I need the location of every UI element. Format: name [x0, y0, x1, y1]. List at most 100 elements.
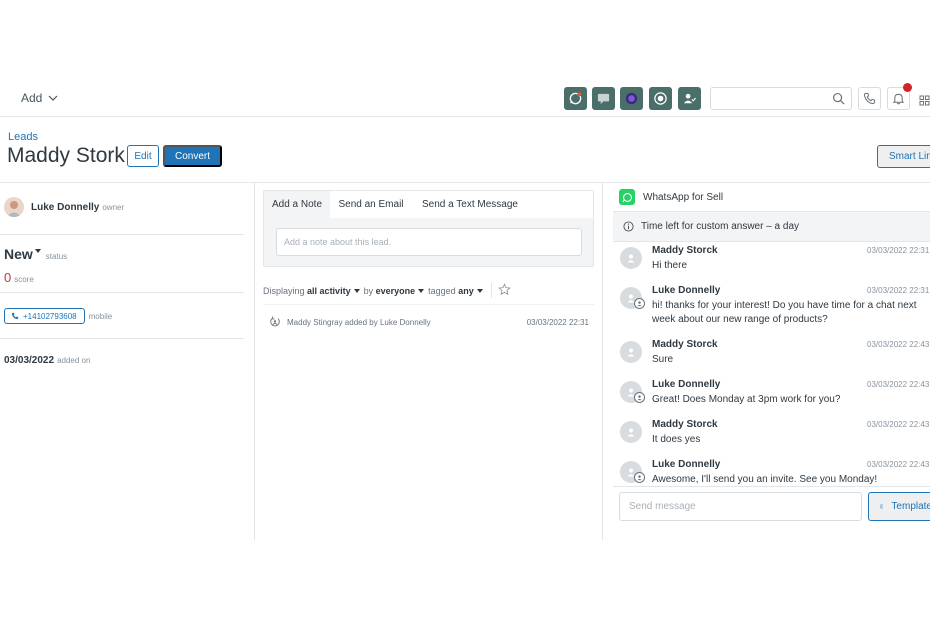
message-author: Maddy Storck [652, 339, 718, 350]
send-message-input[interactable]: Send message [619, 492, 862, 521]
avatar [4, 197, 24, 217]
details-divider [0, 234, 244, 235]
activity-time: 03/03/2022 22:31 [526, 317, 589, 327]
breadcrumb-leads[interactable]: Leads [8, 131, 38, 143]
message-time: 03/03/2022 22:43 [867, 380, 930, 389]
phone-chip[interactable]: +14102793608 [4, 308, 85, 324]
message-time: 03/03/2022 22:43 [867, 460, 930, 469]
target-icon[interactable] [649, 87, 672, 110]
note-composer: Add a Note Send an Email Send a Text Mes… [263, 190, 594, 267]
avatar [620, 247, 642, 269]
details-divider [0, 338, 244, 339]
message-text: It does yes [652, 434, 701, 445]
filter-by-label: by [363, 285, 374, 296]
filter-tag-dropdown[interactable]: any [458, 286, 474, 296]
message-item: Luke Donnelly 03/03/2022 22:43 Great! Do… [620, 379, 930, 415]
message-author: Luke Donnelly [652, 379, 721, 390]
smart-links-button[interactable]: Smart Links [877, 145, 930, 168]
owner-name-text: Luke Donnelly [31, 201, 100, 213]
whatsapp-panel-header: WhatsApp for Sell [613, 183, 930, 211]
owner-label: owner [102, 202, 125, 212]
notifications-button[interactable] [887, 83, 912, 110]
caret-down-icon [418, 288, 425, 293]
filter-tagged-label: tagged [428, 285, 456, 296]
message-text: hi! thanks for your interest! Do you hav… [652, 300, 917, 325]
app-icon[interactable] [620, 87, 643, 110]
whatsapp-icon[interactable] [564, 87, 587, 110]
activity-text: Maddy Stingray added by Luke Donnelly [287, 317, 431, 327]
message-time: 03/03/2022 22:31 [867, 246, 930, 255]
bell-icon [892, 93, 905, 105]
status-row[interactable]: New status [4, 246, 67, 262]
agent-badge-icon [634, 472, 645, 483]
chevron-down-icon [48, 95, 58, 101]
phone-icon [863, 92, 876, 105]
user-icon [627, 428, 635, 437]
message-author: Luke Donnelly [652, 285, 721, 296]
message-text: Hi there [652, 260, 688, 271]
search-icon [832, 92, 845, 105]
left-column-divider [254, 183, 255, 540]
chat-icon[interactable] [592, 87, 615, 110]
notification-dot [903, 83, 912, 92]
tab-add-note[interactable]: Add a Note [264, 191, 330, 218]
added-label: added on [57, 356, 91, 365]
note-input[interactable]: Add a note about this lead. [276, 228, 582, 256]
info-icon [623, 221, 634, 232]
apps-grid-icon[interactable] [919, 93, 930, 111]
filter-owner-dropdown[interactable]: everyone [376, 286, 416, 296]
activity-filter: Displaying all activity by everyone tagg… [263, 283, 511, 298]
message-item: Maddy Storck 03/03/2022 22:43 It does ye… [620, 419, 930, 455]
user-icon [627, 254, 635, 263]
added-on-row: 03/03/2022 added on [4, 355, 90, 366]
convert-button[interactable]: Convert [163, 145, 222, 167]
message-item: Maddy Storck 03/03/2022 22:43 Sure [620, 339, 930, 375]
message-item: Luke Donnelly 03/03/2022 22:31 hi! thank… [620, 285, 930, 333]
search-input[interactable] [710, 87, 852, 110]
user-check-icon[interactable] [678, 87, 701, 110]
add-menu[interactable]: Add [21, 91, 58, 105]
details-divider [0, 292, 244, 293]
templates-button[interactable]: Templates [868, 492, 930, 521]
filter-prefix: Displaying [263, 285, 305, 296]
filter-activity-dropdown[interactable]: all activity [307, 286, 351, 296]
agent-badge-icon [634, 298, 645, 309]
tab-send-email[interactable]: Send an Email [332, 191, 410, 218]
caret-down-icon [34, 249, 41, 253]
message-time: 03/03/2022 22:43 [867, 420, 930, 429]
user-icon [627, 348, 635, 357]
phone-row: +14102793608 mobile [4, 308, 112, 324]
caret-down-icon [476, 288, 483, 293]
phone-button[interactable] [858, 87, 881, 110]
score-row: 0 score [4, 270, 34, 285]
add-label: Add [21, 91, 43, 105]
edit-button[interactable]: Edit [127, 145, 159, 167]
status-label: status [45, 252, 68, 261]
activity-item: Maddy Stingray added by Luke Donnelly 03… [269, 316, 589, 328]
message-text: Sure [652, 354, 674, 365]
caret-down-icon [353, 288, 360, 293]
phone-icon [11, 312, 19, 320]
star-icon[interactable] [497, 283, 511, 298]
right-column-divider [602, 183, 603, 540]
tab-send-text-message[interactable]: Send a Text Message [414, 191, 526, 218]
whatsapp-panel-title: WhatsApp for Sell [643, 191, 724, 203]
avatar [620, 421, 642, 443]
filter-divider-line [263, 304, 594, 305]
message-text: Great! Does Monday at 3pm work for you? [652, 394, 841, 405]
composer-divider [613, 486, 930, 487]
score-label: score [14, 275, 34, 284]
message-author: Luke Donnelly [652, 459, 721, 470]
whatsapp-logo-icon [619, 189, 635, 205]
message-item: Maddy Storck 03/03/2022 22:31 Hi there [620, 245, 930, 281]
avatar [620, 341, 642, 363]
document-icon [880, 504, 884, 509]
agent-badge-icon [634, 392, 645, 403]
score-value: 0 [4, 270, 12, 285]
message-author: Maddy Storck [652, 245, 718, 256]
message-text: Awesome, I'll send you an invite. See yo… [652, 474, 878, 485]
owner-row[interactable]: Luke Donnelly owner [4, 197, 124, 217]
owner-name: Luke Donnelly owner [31, 202, 124, 213]
lead-added-icon [270, 316, 280, 327]
top-bar: Add [0, 80, 930, 117]
